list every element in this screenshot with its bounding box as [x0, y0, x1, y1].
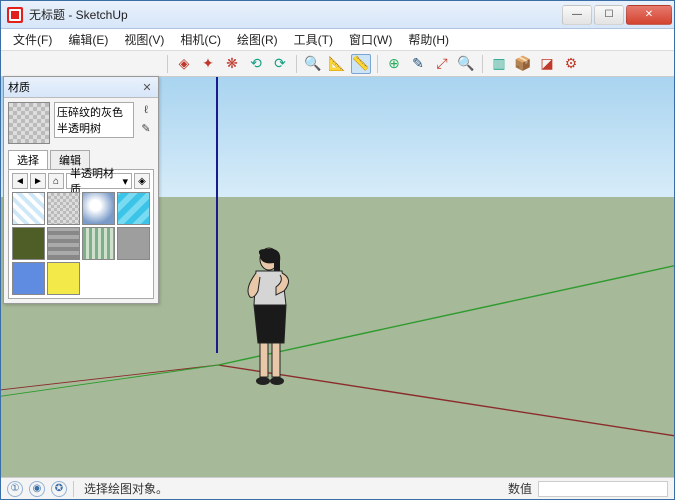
menu-item[interactable]: 相机(C)	[172, 29, 229, 50]
value-label: 数值	[508, 480, 532, 497]
swatch-green-stripes[interactable]	[82, 227, 115, 260]
info-icon[interactable]: ①	[7, 481, 23, 497]
materials-panel: 材质 ✕ 压碎纹的灰色半透明树 ℓ ✎ 选择 编辑	[3, 76, 159, 304]
nav-back-button[interactable]: ◄	[12, 173, 28, 189]
menu-item[interactable]: 窗口(W)	[341, 29, 400, 50]
extension-icon[interactable]: ⚙	[561, 54, 581, 74]
anchor-target-icon[interactable]: ◈	[174, 54, 194, 74]
create-material-icon[interactable]: ✎	[138, 120, 154, 136]
tool-a-icon[interactable]: ✎	[408, 54, 428, 74]
library-dropdown[interactable]: 半透明材质 ▾	[66, 173, 132, 189]
swatch-yellow-solid[interactable]	[47, 262, 80, 295]
current-material-swatch[interactable]	[8, 102, 50, 144]
panel-close-icon[interactable]: ✕	[140, 80, 154, 94]
swatch-cyan-diag[interactable]	[117, 192, 150, 225]
toolbar-separator	[377, 55, 378, 73]
component-icon[interactable]: ◪	[537, 54, 557, 74]
maximize-button[interactable]: ☐	[594, 5, 624, 25]
material-palette	[12, 192, 150, 295]
toolbar: ◈✦❋⟲⟳🔍📐📏⊕✎⤢🔍▥📦◪⚙	[1, 51, 674, 77]
value-field[interactable]	[538, 481, 668, 497]
app-icon	[7, 7, 23, 23]
panel-title-text: 材质	[8, 79, 30, 95]
swatch-olive-solid[interactable]	[12, 227, 45, 260]
menu-item[interactable]: 绘图(R)	[229, 29, 286, 50]
workspace: 材质 ✕ 压碎纹的灰色半透明树 ℓ ✎ 选择 编辑	[1, 77, 674, 477]
warehouse-icon[interactable]: 📦	[513, 54, 533, 74]
swatch-glass-grid[interactable]	[12, 192, 45, 225]
plugin-icon[interactable]: ✦	[198, 54, 218, 74]
menu-item[interactable]: 帮助(H)	[400, 29, 457, 50]
refresh-icon[interactable]: ⟲	[246, 54, 266, 74]
menu-item[interactable]: 工具(T)	[286, 29, 341, 50]
zoom-out-icon[interactable]: ⤢	[432, 54, 452, 74]
chevron-down-icon: ▾	[122, 175, 128, 188]
menu-item[interactable]: 文件(F)	[5, 29, 60, 50]
scale-figure[interactable]	[236, 247, 306, 397]
minimize-button[interactable]: —	[562, 5, 592, 25]
swatch-gray-solid[interactable]	[117, 227, 150, 260]
nav-forward-button[interactable]: ►	[30, 173, 46, 189]
material-name-field[interactable]: 压碎纹的灰色半透明树	[54, 102, 134, 138]
redo-icon[interactable]: ⟳	[270, 54, 290, 74]
snowflake-icon[interactable]: ❋	[222, 54, 242, 74]
geo-icon[interactable]: ✪	[51, 481, 67, 497]
zoom-icon[interactable]: 🔍	[456, 54, 476, 74]
menubar: 文件(F)编辑(E)视图(V)相机(C)绘图(R)工具(T)窗口(W)帮助(H)	[1, 29, 674, 51]
panel-titlebar[interactable]: 材质 ✕	[4, 77, 158, 98]
globe-icon[interactable]: ⊕	[384, 54, 404, 74]
eyedropper-icon[interactable]: ℓ	[138, 102, 154, 118]
swatch-gray-noise[interactable]	[47, 192, 80, 225]
user-icon[interactable]: ◉	[29, 481, 45, 497]
statusbar: ① ◉ ✪ 选择绘图对象。 数值	[1, 477, 674, 499]
toolbar-separator	[482, 55, 483, 73]
window-title: 无标题 - SketchUp	[29, 6, 562, 23]
swatch-sky-clouds[interactable]	[82, 192, 115, 225]
close-button[interactable]: ✕	[626, 5, 672, 25]
swatch-blue-solid[interactable]	[12, 262, 45, 295]
toolbar-separator	[167, 55, 168, 73]
tab-select[interactable]: 选择	[8, 150, 48, 169]
titlebar: 无标题 - SketchUp — ☐ ✕	[1, 1, 674, 29]
axis-z	[216, 77, 218, 353]
swatch-gray-grid[interactable]	[47, 227, 80, 260]
details-button[interactable]: ◈	[134, 173, 150, 189]
menu-item[interactable]: 编辑(E)	[60, 29, 116, 50]
nav-home-button[interactable]: ⌂	[48, 173, 64, 189]
tape-icon[interactable]: 📏	[351, 54, 371, 74]
menu-item[interactable]: 视图(V)	[116, 29, 172, 50]
app-window: 无标题 - SketchUp — ☐ ✕ 文件(F)编辑(E)视图(V)相机(C…	[0, 0, 675, 500]
search-person-icon[interactable]: 🔍	[303, 54, 323, 74]
toolbar-separator	[296, 55, 297, 73]
status-hint: 选择绘图对象。	[80, 480, 502, 497]
layers-icon[interactable]: ▥	[489, 54, 509, 74]
ruler-icon[interactable]: 📐	[327, 54, 347, 74]
